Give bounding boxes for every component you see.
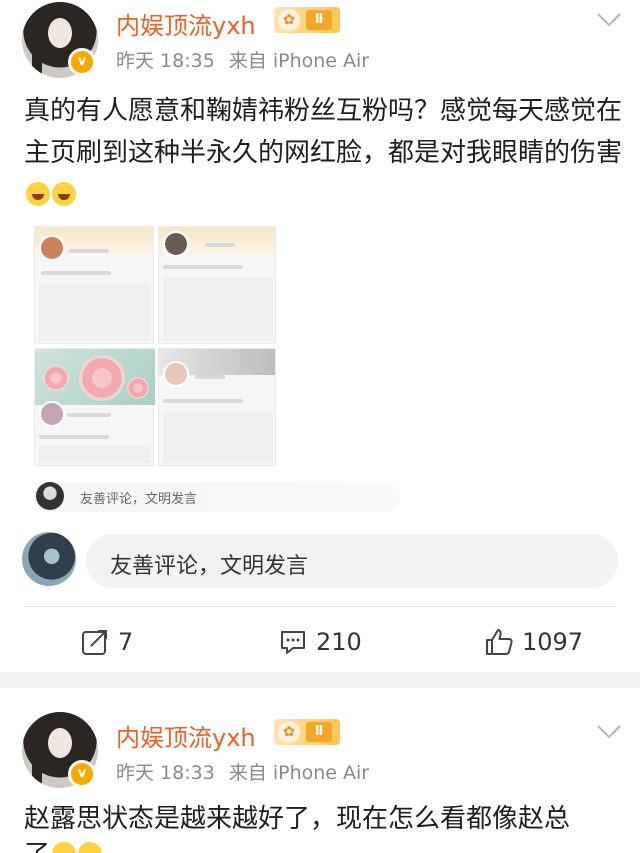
chevron-down-icon[interactable]	[596, 10, 622, 30]
post-text: 真的有人愿意和鞠婧祎粉丝互粉吗？感觉每天感觉在主页刷到这种半永久的网红脸，都是对…	[24, 90, 624, 216]
image-profile-card	[158, 348, 276, 466]
laugh-emoji-icon	[52, 842, 77, 853]
post-separator	[0, 672, 640, 688]
image-profile-card	[34, 348, 155, 466]
level-badge: ✿ Ⅱ	[274, 7, 340, 33]
level-value: Ⅱ	[306, 722, 332, 742]
username[interactable]: 内娱顶流yxh	[116, 6, 256, 41]
laugh-emoji-icon	[78, 842, 103, 853]
image-profile-card	[34, 226, 154, 344]
level-icon: ✿	[278, 721, 300, 743]
image-profile-card	[158, 226, 276, 344]
comment-button[interactable]: 210	[278, 626, 362, 658]
post-text-body: 真的有人愿意和鞠婧祎粉丝互粉吗？感觉每天感觉在主页刷到这种半永久的网红脸，都是对…	[24, 96, 623, 168]
post-time: 昨天 18:33	[116, 762, 215, 784]
post-image[interactable]	[34, 226, 402, 516]
weibo-post: v 内娱顶流yxh ✿ Ⅱ 昨天 18:35 来自 iPhone Air 真的有人…	[0, 0, 640, 672]
comment-placeholder: 友善评论，文明发言	[110, 554, 309, 579]
my-avatar	[22, 532, 76, 586]
comment-count: 210	[316, 628, 362, 656]
like-count: 1097	[522, 628, 584, 656]
image-avatar	[36, 482, 64, 510]
divider	[24, 606, 616, 607]
post-text-continued: 了	[24, 834, 103, 853]
repost-icon	[82, 630, 107, 655]
post-source: 来自 iPhone Air	[228, 762, 370, 784]
post-text-tail: 了	[24, 840, 50, 853]
post-text: 赵露思状态是越来越好了，现在怎么看都像赵总	[24, 798, 624, 840]
comment-icon	[281, 631, 305, 654]
repost-count: 7	[118, 628, 134, 656]
level-icon: ✿	[278, 9, 300, 31]
chevron-down-icon[interactable]	[596, 722, 622, 742]
post-time: 昨天 18:35	[116, 50, 215, 72]
laugh-emoji-icon	[52, 182, 76, 206]
like-icon	[486, 629, 513, 655]
post-meta: 昨天 18:33 来自 iPhone Air	[116, 758, 369, 785]
repost-button[interactable]: 7	[80, 626, 133, 658]
comment-row: 友善评论，文明发言	[0, 530, 640, 590]
post-source: 来自 iPhone Air	[228, 50, 370, 72]
comment-input[interactable]: 友善评论，文明发言	[86, 534, 618, 588]
weibo-post: v 内娱顶流yxh ✿ Ⅱ 昨天 18:33 来自 iPhone Air 赵露思状…	[0, 688, 640, 853]
image-comment-placeholder: 友善评论，文明发言	[80, 492, 198, 507]
username[interactable]: 内娱顶流yxh	[116, 718, 256, 753]
verified-badge: v	[68, 760, 96, 788]
like-button[interactable]: 1097	[484, 626, 583, 658]
laugh-emoji-icon	[26, 182, 50, 206]
image-comment-bar: 友善评论，文明发言	[34, 482, 400, 512]
level-value: Ⅱ	[306, 10, 332, 30]
post-meta: 昨天 18:35 来自 iPhone Air	[116, 46, 369, 73]
level-badge: ✿ Ⅱ	[274, 719, 340, 745]
post-text-body: 赵露思状态是越来越好了，现在怎么看都像赵总	[24, 804, 571, 834]
verified-badge: v	[68, 48, 96, 76]
